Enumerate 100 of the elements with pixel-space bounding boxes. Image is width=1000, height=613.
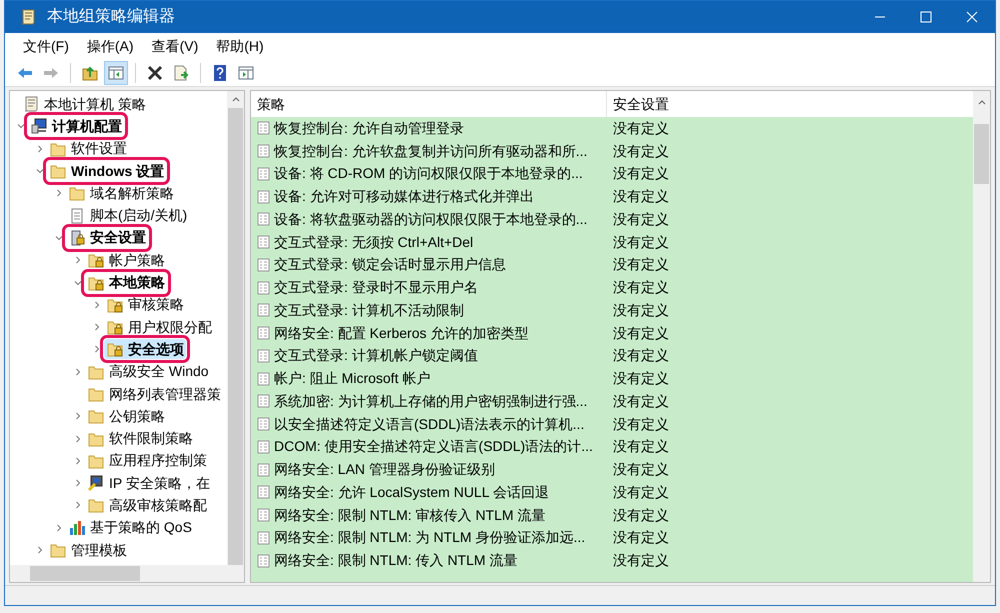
policy-icon bbox=[257, 303, 271, 318]
table-cell-text: 没有定义 bbox=[613, 232, 669, 252]
tree-item[interactable]: 基于策略的 QoS bbox=[66, 518, 194, 538]
table-cell-text: 交互式登录: 无须按 Ctrl+Alt+Del bbox=[274, 232, 474, 252]
table-cell-text: 设备: 将 CD-ROM 的访问权限仅限于本地登录的... bbox=[274, 164, 583, 184]
menu-item[interactable]: 查看(V) bbox=[146, 36, 204, 56]
collapsed-chevron-icon[interactable] bbox=[93, 345, 101, 354]
collapsed-chevron-icon[interactable] bbox=[74, 479, 82, 488]
policy-icon bbox=[257, 485, 271, 500]
table-cell-text: 没有定义 bbox=[613, 460, 669, 480]
policy-icon bbox=[257, 144, 271, 158]
scrollbar-thumb[interactable] bbox=[30, 566, 140, 581]
tree-item[interactable]: 脚本(启动/关机) bbox=[66, 206, 190, 226]
tree-item-label: 管理模板 bbox=[71, 540, 127, 560]
policy-icon bbox=[257, 326, 271, 340]
tree-item[interactable]: 安全设置 bbox=[66, 228, 148, 248]
tree-item[interactable]: 高级审核策略配 bbox=[85, 495, 209, 516]
column-header[interactable]: 安全设置 bbox=[607, 91, 973, 117]
tree-item[interactable]: 审核策略 bbox=[104, 294, 186, 315]
table-cell-text: 交互式登录: 计算机帐户锁定阈值 bbox=[274, 346, 478, 366]
table-cell-text: 帐户: 阻止 Microsoft 帐户 bbox=[274, 369, 430, 388]
tree-item-label: 审核策略 bbox=[128, 295, 184, 314]
table-cell-text: 网络安全: 限制 NTLM: 传入 NTLM 流量 bbox=[274, 551, 518, 570]
collapsed-chevron-icon[interactable] bbox=[74, 412, 82, 420]
pane-button[interactable] bbox=[104, 60, 128, 84]
tree-item[interactable]: 软件限制策略 bbox=[85, 428, 195, 449]
menu-item[interactable]: 文件(F) bbox=[17, 36, 75, 56]
tree-item[interactable]: 本地计算机 策略 bbox=[20, 94, 148, 114]
policy-icon bbox=[257, 190, 271, 204]
tree-item[interactable]: IP 安全策略，在 bbox=[85, 473, 212, 494]
scrollbar-thumb[interactable] bbox=[974, 124, 989, 184]
table-cell-text: 系统加密: 为计算机上存储的用户密钥强制进行强... bbox=[274, 392, 588, 411]
collapsed-chevron-icon[interactable] bbox=[36, 546, 44, 554]
tree-item[interactable]: 域名解析策略 bbox=[66, 183, 176, 204]
scroll-up-icon[interactable] bbox=[978, 100, 986, 105]
horizontal-scrollbar[interactable] bbox=[10, 565, 244, 582]
collapsed-chevron-icon[interactable] bbox=[74, 456, 82, 465]
table-cell-text: 没有定义 bbox=[613, 346, 669, 366]
tree-item[interactable]: Windows 设置 bbox=[47, 161, 166, 182]
policy-icon bbox=[257, 372, 271, 386]
tree-item[interactable]: 管理模板 bbox=[47, 540, 129, 560]
collapsed-chevron-icon[interactable] bbox=[36, 144, 44, 153]
tree-item-label: 用户权限分配 bbox=[128, 318, 212, 337]
computer-icon bbox=[30, 117, 48, 136]
table-cell-text: 没有定义 bbox=[613, 187, 669, 206]
tree-item-label: 基于策略的 QoS bbox=[90, 518, 192, 538]
tree-item-label: 软件限制策略 bbox=[109, 429, 193, 448]
tree-item[interactable]: 公钥策略 bbox=[85, 406, 167, 426]
tree-item[interactable]: 高级安全 Windo bbox=[85, 362, 211, 382]
tree-item[interactable]: 网络列表管理器策 bbox=[85, 384, 223, 404]
policy-icon bbox=[257, 212, 271, 226]
table-cell-text: 没有定义 bbox=[613, 142, 669, 161]
collapsed-chevron-icon[interactable] bbox=[55, 524, 63, 532]
pane-icon bbox=[237, 64, 255, 82]
collapsed-chevron-icon[interactable] bbox=[74, 501, 82, 510]
menu-item[interactable]: 操作(A) bbox=[80, 36, 140, 56]
table-cell-text: 没有定义 bbox=[613, 506, 669, 525]
tree-item[interactable]: 安全选项 bbox=[104, 339, 186, 360]
policy-icon bbox=[257, 235, 271, 250]
expanded-chevron-icon[interactable] bbox=[36, 167, 44, 176]
policy-icon bbox=[257, 394, 271, 408]
policy-icon bbox=[257, 417, 271, 432]
tree-item-label: 高级安全 Windo bbox=[109, 362, 209, 382]
delete-icon bbox=[146, 64, 164, 82]
table-cell-text: DCOM: 使用安全描述符定义语言(SDDL)语法的计... bbox=[274, 437, 593, 456]
collapsed-chevron-icon[interactable] bbox=[74, 256, 82, 264]
table-cell-text: 没有定义 bbox=[613, 210, 669, 229]
table-cell-text: 没有定义 bbox=[613, 300, 669, 320]
table-cell-text: 没有定义 bbox=[613, 392, 669, 411]
collapsed-chevron-icon[interactable] bbox=[93, 323, 101, 332]
tree-item-label: 安全设置 bbox=[90, 228, 146, 248]
table-cell-text: 设备: 允许对可移动媒体进行格式化并弹出 bbox=[274, 187, 534, 206]
collapsed-chevron-icon[interactable] bbox=[55, 189, 63, 198]
expanded-chevron-icon[interactable] bbox=[55, 234, 63, 242]
policy-icon bbox=[257, 508, 271, 522]
tree-item[interactable]: 本地策略 bbox=[85, 272, 167, 293]
computer-key-icon bbox=[87, 474, 105, 492]
policy-icon bbox=[257, 348, 271, 363]
tree-item[interactable]: 用户权限分配 bbox=[104, 317, 214, 338]
policy-icon bbox=[257, 554, 271, 568]
tree-item-label: 公钥策略 bbox=[109, 406, 165, 426]
collapsed-chevron-icon[interactable] bbox=[93, 300, 101, 309]
collapsed-chevron-icon[interactable] bbox=[74, 434, 82, 443]
table-cell-text: 网络安全: 限制 NTLM: 为 NTLM 身份验证添加远... bbox=[274, 528, 586, 548]
expanded-chevron-icon[interactable] bbox=[74, 278, 82, 287]
tree-item[interactable]: 应用程序控制策 bbox=[85, 450, 209, 471]
vertical-scrollbar[interactable] bbox=[973, 91, 990, 582]
table-cell-text: 没有定义 bbox=[613, 255, 669, 274]
table-cell-text: 没有定义 bbox=[613, 278, 669, 298]
scroll-up-icon[interactable] bbox=[232, 97, 240, 102]
collapsed-chevron-icon[interactable] bbox=[74, 368, 82, 376]
expanded-chevron-icon[interactable] bbox=[17, 122, 25, 130]
tree-item[interactable]: 软件设置 bbox=[47, 138, 129, 159]
menu-item[interactable]: 帮助(H) bbox=[210, 36, 270, 56]
table-cell-text: 没有定义 bbox=[613, 414, 669, 434]
table-cell-text: 没有定义 bbox=[613, 118, 669, 138]
tree-item-label: 域名解析策略 bbox=[90, 184, 174, 203]
tree-item[interactable]: 计算机配置 bbox=[28, 116, 124, 136]
table-cell-text: 以安全描述符定义语言(SDDL)语法表示的计算机... bbox=[274, 414, 584, 434]
tree-item[interactable]: 帐户策略 bbox=[85, 250, 167, 270]
